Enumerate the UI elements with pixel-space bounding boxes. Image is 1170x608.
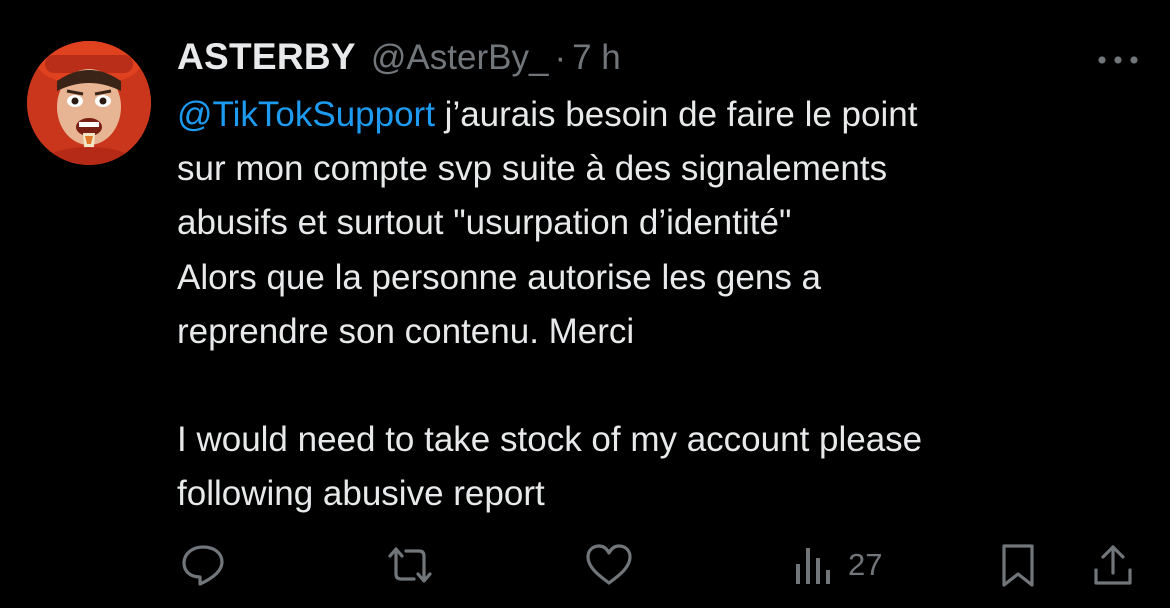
tweet-header: ASTERBY @AsterBy_ · 7 h <box>177 36 621 80</box>
header-separator: · <box>554 38 567 77</box>
author-handle[interactable]: @AsterBy_ <box>371 38 549 78</box>
tweet-text-line: I would need to take stock of my account… <box>177 420 923 460</box>
tweet-text-line: @TikTokSupport j’aurais besoin de faire … <box>177 88 1137 142</box>
tweet-text-line: following abusive report <box>177 474 545 514</box>
author-display-name[interactable]: ASTERBY <box>177 36 356 78</box>
tweet-text: @TikTokSupport j’aurais besoin de faire … <box>177 88 1137 522</box>
mention-link[interactable]: @TikTokSupport <box>177 95 435 134</box>
like-button[interactable] <box>583 540 635 590</box>
more-icon <box>1098 56 1138 64</box>
avatar[interactable] <box>27 41 151 165</box>
tweet-text-segment: j’aurais besoin de faire le point <box>434 95 918 134</box>
avatar-image <box>27 41 151 165</box>
share-button[interactable] <box>1088 540 1138 590</box>
retweet-button[interactable] <box>384 540 436 590</box>
tweet-text-line: abusifs et surtout "usurpation d’identit… <box>177 203 792 243</box>
more-options-button[interactable] <box>1094 50 1142 70</box>
views-button[interactable]: 27 <box>792 540 882 590</box>
reply-button[interactable] <box>178 540 228 590</box>
tweet-actions: 27 <box>0 540 1170 590</box>
tweet-text-line: sur mon compte svp suite à des signaleme… <box>177 149 888 189</box>
views-icon <box>796 548 830 584</box>
bookmark-button[interactable] <box>996 540 1040 590</box>
tweet[interactable]: ASTERBY @AsterBy_ · 7 h @TikTokSupport j… <box>0 0 1170 608</box>
like-icon <box>586 544 632 585</box>
reply-icon <box>182 545 224 586</box>
tweet-text-line: Alors que la personne autorise les gens … <box>177 257 822 297</box>
tweet-text-line: reprendre son contenu. Merci <box>177 311 635 351</box>
tweet-timestamp[interactable]: 7 h <box>572 38 621 78</box>
bookmark-icon <box>1002 544 1034 587</box>
retweet-icon <box>388 547 432 583</box>
views-count: 27 <box>848 547 883 582</box>
share-icon <box>1094 545 1132 585</box>
